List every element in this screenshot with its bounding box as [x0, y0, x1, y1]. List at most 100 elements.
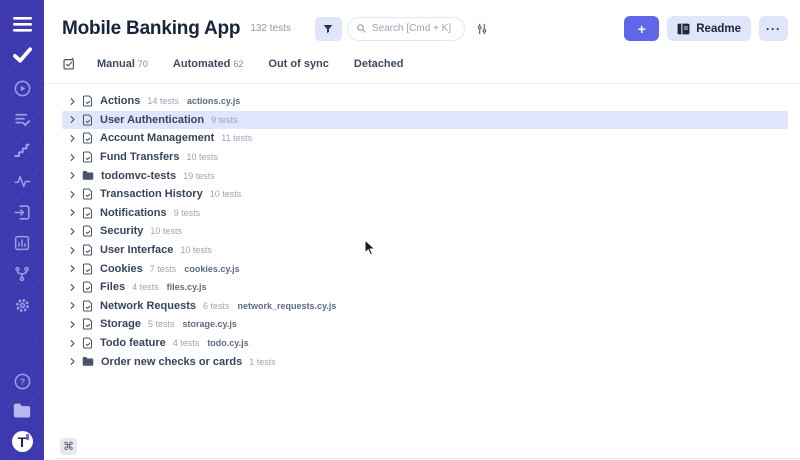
suite-row[interactable]: Order new checks or cards 1 tests: [62, 352, 788, 371]
suite-file-name: actions.cy.js: [187, 96, 240, 106]
file-check-icon: [82, 281, 93, 293]
suite-test-count: 10 tests: [186, 152, 218, 162]
suite-row[interactable]: User Authentication 9 tests: [62, 111, 788, 130]
logo-t-icon[interactable]: T: [12, 431, 33, 452]
suite-row[interactable]: Actions 14 tests actions.cy.js: [62, 92, 788, 111]
file-check-icon: [82, 132, 93, 144]
chevron-right-icon[interactable]: [68, 246, 77, 255]
suite-row[interactable]: User Interface 10 tests: [62, 241, 788, 260]
add-button[interactable]: +: [624, 16, 659, 41]
suite-title: Files: [100, 281, 125, 293]
adjustments-button[interactable]: [475, 22, 489, 36]
projects-folder-icon[interactable]: [12, 401, 32, 421]
suite-title: todomvc-tests: [101, 170, 176, 182]
chevron-right-icon[interactable]: [68, 153, 77, 162]
suite-title: Security: [100, 225, 143, 237]
suite-test-count: 6 tests: [203, 301, 230, 311]
book-icon: [677, 23, 690, 35]
tab-label: Out of sync: [268, 58, 329, 70]
suite-title: Todo feature: [100, 337, 166, 349]
page-title: Mobile Banking App: [62, 18, 240, 40]
chevron-right-icon[interactable]: [68, 301, 77, 310]
suite-row[interactable]: Todo feature 4 tests todo.cy.js: [62, 334, 788, 353]
suite-test-count: 1 tests: [249, 357, 276, 367]
suite-row[interactable]: todomvc-tests 19 tests: [62, 166, 788, 185]
suite-title: Fund Transfers: [100, 151, 179, 163]
tab-automated[interactable]: Automated 62: [173, 58, 243, 70]
list-check-icon[interactable]: [12, 109, 32, 129]
bar-chart-icon[interactable]: [12, 233, 32, 253]
suite-title: Transaction History: [100, 188, 203, 200]
help-icon[interactable]: ?: [12, 371, 32, 391]
chevron-right-icon[interactable]: [68, 171, 77, 180]
activity-icon[interactable]: [12, 171, 32, 191]
chevron-right-icon[interactable]: [68, 208, 77, 217]
suite-file-name: cookies.cy.js: [184, 264, 239, 274]
tab-out-of-sync[interactable]: Out of sync: [268, 58, 329, 70]
chevron-right-icon[interactable]: [68, 227, 77, 236]
suite-test-count: 7 tests: [150, 264, 177, 274]
tab-detached[interactable]: Detached: [354, 58, 404, 70]
chevron-right-icon[interactable]: [68, 97, 77, 106]
tab-label: Detached: [354, 58, 404, 70]
suite-test-count: 5 tests: [148, 319, 175, 329]
suite-test-count: 4 tests: [173, 338, 200, 348]
tab-manual[interactable]: Manual 70: [97, 58, 148, 70]
settings-gear-icon[interactable]: [12, 295, 32, 315]
checkmark-icon[interactable]: [12, 45, 32, 65]
suite-row[interactable]: Transaction History 10 tests: [62, 185, 788, 204]
command-shortcut-button[interactable]: ⌘: [60, 438, 77, 455]
suite-test-count: 9 tests: [174, 208, 201, 218]
file-check-icon: [82, 95, 93, 107]
suite-row[interactable]: Notifications 9 tests: [62, 204, 788, 223]
suite-row[interactable]: Account Management 11 tests: [62, 129, 788, 148]
file-check-icon: [82, 114, 93, 126]
select-all-icon[interactable]: [62, 57, 76, 71]
footer: ⌘: [44, 438, 800, 460]
suite-title: Account Management: [100, 132, 214, 144]
suite-title: Network Requests: [100, 300, 196, 312]
menu-icon[interactable]: [12, 14, 32, 34]
svg-text:?: ?: [19, 376, 24, 386]
suite-title: Actions: [100, 95, 140, 107]
suite-test-count: 19 tests: [183, 171, 215, 181]
suite-file-name: files.cy.js: [167, 282, 207, 292]
suite-row[interactable]: Security 10 tests: [62, 222, 788, 241]
tabs: Manual 70 Automated 62 Out of sync Detac…: [44, 57, 800, 84]
suite-title: User Authentication: [100, 114, 204, 126]
header: Mobile Banking App 132 tests +: [44, 0, 800, 41]
readme-button[interactable]: Readme: [667, 16, 751, 41]
funnel-icon: [322, 23, 334, 35]
chevron-right-icon[interactable]: [68, 357, 77, 366]
suite-row[interactable]: Files 4 tests files.cy.js: [62, 278, 788, 297]
search-input[interactable]: [372, 23, 456, 34]
sidebar: ? T: [0, 0, 44, 460]
search-box[interactable]: [347, 17, 465, 41]
chevron-right-icon[interactable]: [68, 264, 77, 273]
suite-row[interactable]: Cookies 7 tests cookies.cy.js: [62, 259, 788, 278]
file-check-icon: [82, 300, 93, 312]
play-circle-icon[interactable]: [12, 78, 32, 98]
more-button[interactable]: ···: [759, 16, 788, 41]
chevron-right-icon[interactable]: [68, 320, 77, 329]
chevron-right-icon[interactable]: [68, 190, 77, 199]
stairs-icon[interactable]: [12, 140, 32, 160]
filter-button[interactable]: [315, 17, 342, 41]
header-actions: + Readme ···: [624, 16, 788, 41]
suite-test-count: 10 tests: [180, 245, 212, 255]
import-icon[interactable]: [12, 202, 32, 222]
chevron-right-icon[interactable]: [68, 115, 77, 124]
sliders-icon: [475, 22, 489, 36]
file-check-icon: [82, 263, 93, 275]
suite-row[interactable]: Network Requests 6 tests network_request…: [62, 297, 788, 316]
suite-row[interactable]: Storage 5 tests storage.cy.js: [62, 315, 788, 334]
suite-row[interactable]: Fund Transfers 10 tests: [62, 148, 788, 167]
git-fork-icon[interactable]: [12, 264, 32, 284]
suite-test-count: 10 tests: [210, 189, 242, 199]
suite-title: User Interface: [100, 244, 173, 256]
chevron-right-icon[interactable]: [68, 339, 77, 348]
suite-test-count: 11 tests: [221, 133, 252, 143]
chevron-right-icon[interactable]: [68, 134, 77, 143]
tab-count: 70: [138, 59, 148, 69]
chevron-right-icon[interactable]: [68, 283, 77, 292]
